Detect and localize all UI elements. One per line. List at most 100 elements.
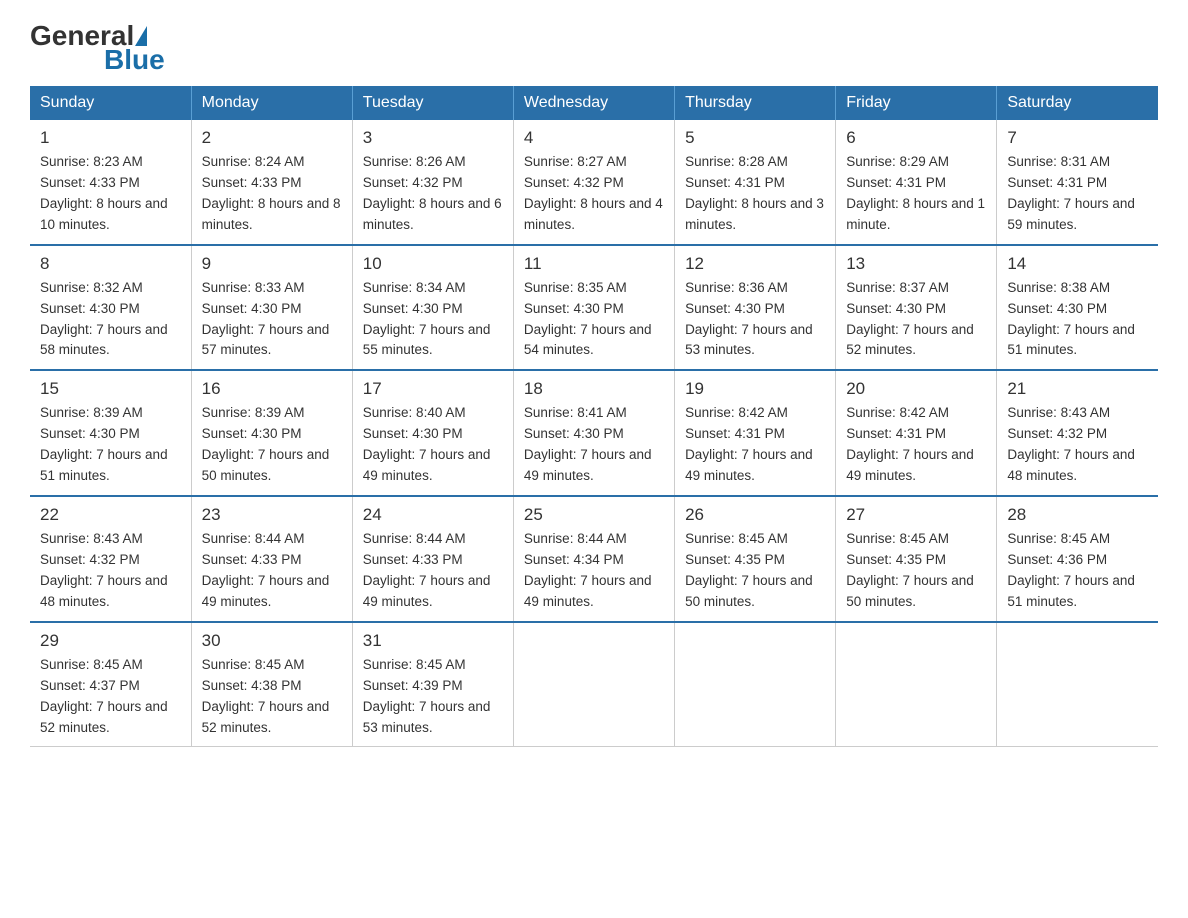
table-row: 13 Sunrise: 8:37 AMSunset: 4:30 PMDayligh… [836, 245, 997, 371]
day-number: 30 [202, 631, 342, 651]
table-row: 21Sunrise: 8:43 AMSunset: 4:32 PMDayligh… [997, 370, 1158, 496]
day-number: 17 [363, 379, 503, 399]
day-info: Sunrise: 8:28 AMSunset: 4:31 PMDaylight:… [685, 152, 825, 236]
table-row: 30 Sunrise: 8:45 AMSunset: 4:38 PMDayligh… [191, 622, 352, 747]
header-sunday: Sunday [30, 86, 191, 120]
day-info: Sunrise: 8:45 AMSunset: 4:37 PMDaylight:… [40, 655, 181, 739]
day-number: 23 [202, 505, 342, 525]
header-saturday: Saturday [997, 86, 1158, 120]
table-row: 25Sunrise: 8:44 AMSunset: 4:34 PMDayligh… [513, 496, 674, 622]
day-info: Sunrise: 8:24 AMSunset: 4:33 PMDaylight:… [202, 152, 342, 236]
day-info: Sunrise: 8:44 AMSunset: 4:33 PMDaylight:… [202, 529, 342, 613]
day-number: 22 [40, 505, 181, 525]
day-info: Sunrise: 8:42 AMSunset: 4:31 PMDaylight:… [685, 403, 825, 487]
table-row: 9Sunrise: 8:33 AMSunset: 4:30 PMDaylight… [191, 245, 352, 371]
table-row: 10 Sunrise: 8:34 AMSunset: 4:30 PMDayligh… [352, 245, 513, 371]
logo-triangle-icon [135, 26, 147, 46]
day-info: Sunrise: 8:43 AMSunset: 4:32 PMDaylight:… [40, 529, 181, 613]
header-monday: Monday [191, 86, 352, 120]
day-info: Sunrise: 8:43 AMSunset: 4:32 PMDaylight:… [1007, 403, 1148, 487]
day-number: 19 [685, 379, 825, 399]
day-info: Sunrise: 8:38 AMSunset: 4:30 PMDaylight:… [1007, 278, 1148, 362]
table-row: 5 Sunrise: 8:28 AMSunset: 4:31 PMDaylight… [675, 120, 836, 245]
calendar-table: Sunday Monday Tuesday Wednesday Thursday… [30, 86, 1158, 747]
day-info: Sunrise: 8:35 AMSunset: 4:30 PMDaylight:… [524, 278, 664, 362]
day-info: Sunrise: 8:45 AMSunset: 4:38 PMDaylight:… [202, 655, 342, 739]
table-row: 11 Sunrise: 8:35 AMSunset: 4:30 PMDayligh… [513, 245, 674, 371]
header-tuesday: Tuesday [352, 86, 513, 120]
logo: General Blue [30, 20, 165, 76]
day-number: 25 [524, 505, 664, 525]
week-row-3: 15 Sunrise: 8:39 AMSunset: 4:30 PMDayligh… [30, 370, 1158, 496]
table-row: 20 Sunrise: 8:42 AMSunset: 4:31 PMDayligh… [836, 370, 997, 496]
week-row-1: 1 Sunrise: 8:23 AMSunset: 4:33 PMDaylight… [30, 120, 1158, 245]
day-info: Sunrise: 8:39 AMSunset: 4:30 PMDaylight:… [202, 403, 342, 487]
header-thursday: Thursday [675, 86, 836, 120]
table-row: 31Sunrise: 8:45 AMSunset: 4:39 PMDayligh… [352, 622, 513, 747]
day-info: Sunrise: 8:41 AMSunset: 4:30 PMDaylight:… [524, 403, 664, 487]
day-number: 13 [846, 254, 986, 274]
day-info: Sunrise: 8:40 AMSunset: 4:30 PMDaylight:… [363, 403, 503, 487]
day-info: Sunrise: 8:45 AMSunset: 4:36 PMDaylight:… [1007, 529, 1148, 613]
day-info: Sunrise: 8:34 AMSunset: 4:30 PMDaylight:… [363, 278, 503, 362]
day-number: 8 [40, 254, 181, 274]
table-row: 16 Sunrise: 8:39 AMSunset: 4:30 PMDayligh… [191, 370, 352, 496]
day-number: 1 [40, 128, 181, 148]
day-number: 7 [1007, 128, 1148, 148]
table-row: 14 Sunrise: 8:38 AMSunset: 4:30 PMDayligh… [997, 245, 1158, 371]
table-row: 3 Sunrise: 8:26 AMSunset: 4:32 PMDaylight… [352, 120, 513, 245]
day-info: Sunrise: 8:33 AMSunset: 4:30 PMDaylight:… [202, 278, 342, 362]
week-row-4: 22 Sunrise: 8:43 AMSunset: 4:32 PMDayligh… [30, 496, 1158, 622]
day-number: 12 [685, 254, 825, 274]
day-info: Sunrise: 8:45 AMSunset: 4:35 PMDaylight:… [685, 529, 825, 613]
table-row: 29 Sunrise: 8:45 AMSunset: 4:37 PMDayligh… [30, 622, 191, 747]
table-row: 7 Sunrise: 8:31 AMSunset: 4:31 PMDaylight… [997, 120, 1158, 245]
day-info: Sunrise: 8:26 AMSunset: 4:32 PMDaylight:… [363, 152, 503, 236]
table-row: 26 Sunrise: 8:45 AMSunset: 4:35 PMDayligh… [675, 496, 836, 622]
day-info: Sunrise: 8:36 AMSunset: 4:30 PMDaylight:… [685, 278, 825, 362]
day-number: 11 [524, 254, 664, 274]
table-row: 1 Sunrise: 8:23 AMSunset: 4:33 PMDaylight… [30, 120, 191, 245]
day-info: Sunrise: 8:27 AMSunset: 4:32 PMDaylight:… [524, 152, 664, 236]
table-row: 23 Sunrise: 8:44 AMSunset: 4:33 PMDayligh… [191, 496, 352, 622]
day-number: 28 [1007, 505, 1148, 525]
day-info: Sunrise: 8:37 AMSunset: 4:30 PMDaylight:… [846, 278, 986, 362]
day-info: Sunrise: 8:44 AMSunset: 4:33 PMDaylight:… [363, 529, 503, 613]
page-header: General Blue [30, 20, 1158, 76]
day-number: 3 [363, 128, 503, 148]
day-number: 15 [40, 379, 181, 399]
week-row-2: 8 Sunrise: 8:32 AMSunset: 4:30 PMDaylight… [30, 245, 1158, 371]
day-number: 24 [363, 505, 503, 525]
table-row [836, 622, 997, 747]
table-row [513, 622, 674, 747]
day-number: 5 [685, 128, 825, 148]
day-number: 2 [202, 128, 342, 148]
table-row: 17 Sunrise: 8:40 AMSunset: 4:30 PMDayligh… [352, 370, 513, 496]
week-row-5: 29 Sunrise: 8:45 AMSunset: 4:37 PMDayligh… [30, 622, 1158, 747]
table-row [997, 622, 1158, 747]
table-row: 24 Sunrise: 8:44 AMSunset: 4:33 PMDayligh… [352, 496, 513, 622]
header-wednesday: Wednesday [513, 86, 674, 120]
day-info: Sunrise: 8:29 AMSunset: 4:31 PMDaylight:… [846, 152, 986, 236]
day-info: Sunrise: 8:32 AMSunset: 4:30 PMDaylight:… [40, 278, 181, 362]
day-number: 18 [524, 379, 664, 399]
day-number: 10 [363, 254, 503, 274]
day-number: 29 [40, 631, 181, 651]
day-number: 4 [524, 128, 664, 148]
table-row: 28 Sunrise: 8:45 AMSunset: 4:36 PMDayligh… [997, 496, 1158, 622]
day-number: 16 [202, 379, 342, 399]
table-row: 6Sunrise: 8:29 AMSunset: 4:31 PMDaylight… [836, 120, 997, 245]
day-number: 20 [846, 379, 986, 399]
day-info: Sunrise: 8:31 AMSunset: 4:31 PMDaylight:… [1007, 152, 1148, 236]
day-number: 27 [846, 505, 986, 525]
day-info: Sunrise: 8:23 AMSunset: 4:33 PMDaylight:… [40, 152, 181, 236]
weekday-header-row: Sunday Monday Tuesday Wednesday Thursday… [30, 86, 1158, 120]
table-row: 19 Sunrise: 8:42 AMSunset: 4:31 PMDayligh… [675, 370, 836, 496]
table-row: 27 Sunrise: 8:45 AMSunset: 4:35 PMDayligh… [836, 496, 997, 622]
day-number: 14 [1007, 254, 1148, 274]
day-info: Sunrise: 8:42 AMSunset: 4:31 PMDaylight:… [846, 403, 986, 487]
table-row [675, 622, 836, 747]
table-row: 2 Sunrise: 8:24 AMSunset: 4:33 PMDaylight… [191, 120, 352, 245]
day-info: Sunrise: 8:45 AMSunset: 4:35 PMDaylight:… [846, 529, 986, 613]
day-number: 26 [685, 505, 825, 525]
